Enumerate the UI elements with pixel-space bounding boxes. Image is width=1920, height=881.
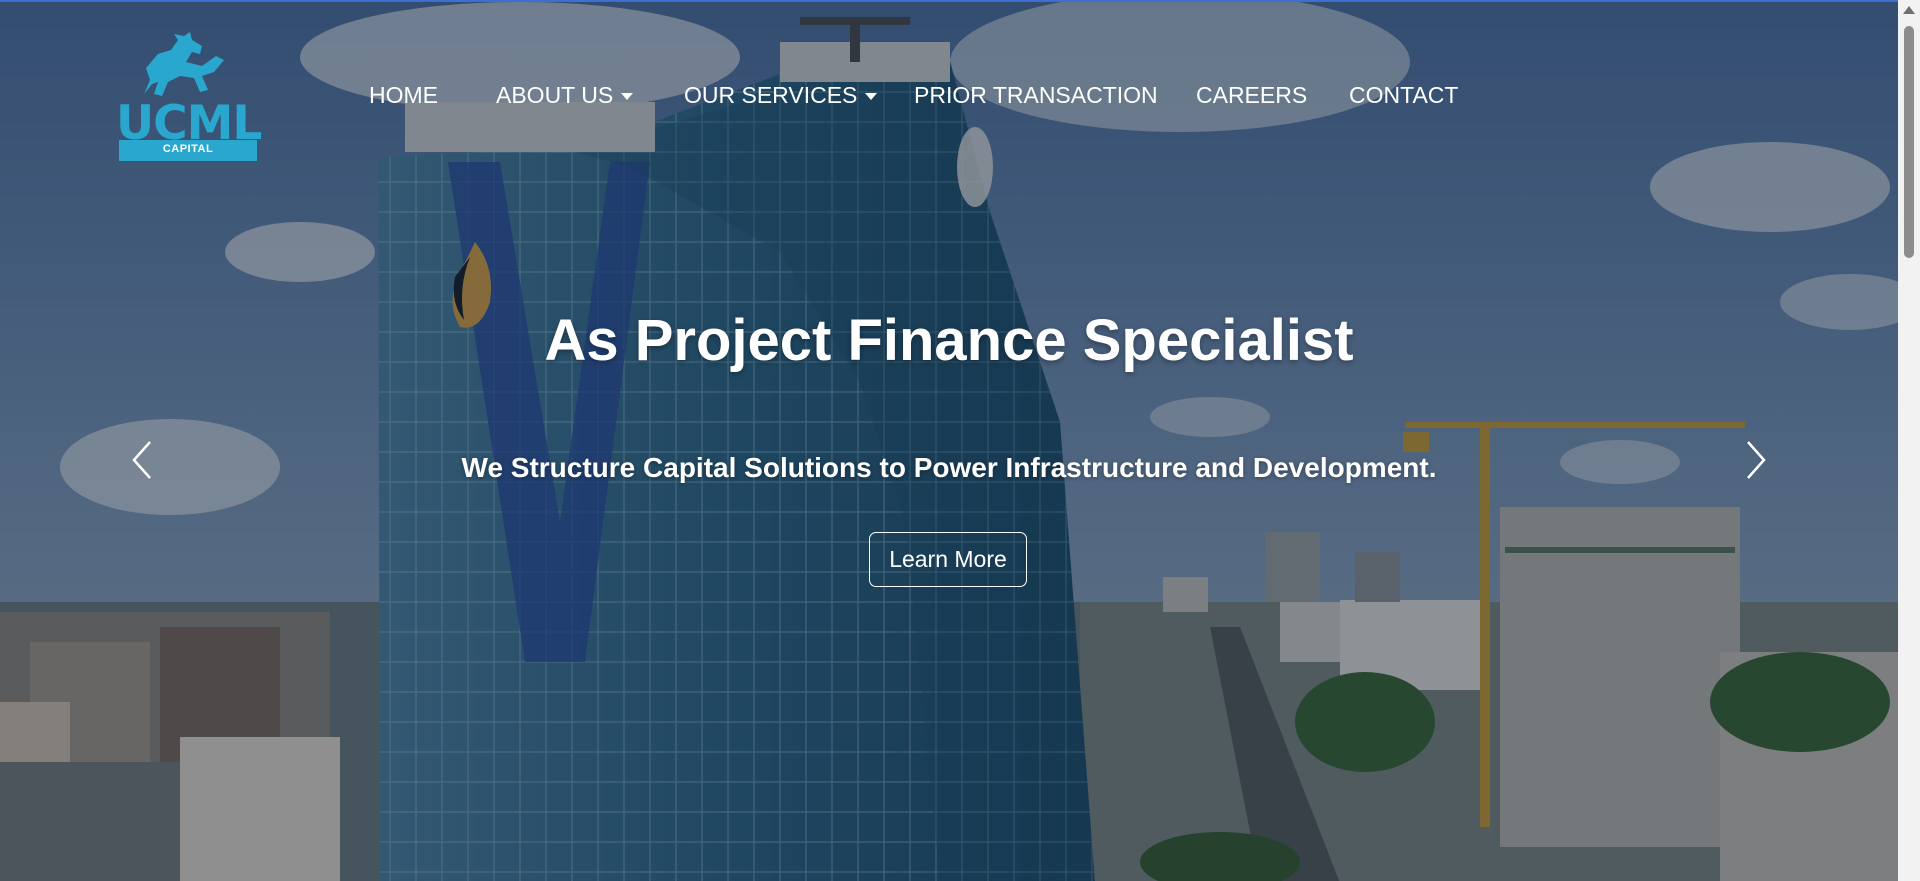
hero-overlay	[0, 2, 1898, 881]
nav-item-prior-transaction[interactable]: PRIOR TRANSACTION	[914, 82, 1158, 109]
caret-down-icon	[621, 93, 634, 100]
nav-item-label: ABOUT US	[496, 82, 614, 108]
nav-item-label: PRIOR TRANSACTION	[914, 82, 1158, 108]
nav-item-label: CONTACT	[1349, 82, 1459, 108]
logo-subtitle: CAPITAL	[162, 143, 214, 155]
hero-section: UCML CAPITAL HOME ABOUT US OUR SERVICES …	[0, 0, 1898, 881]
page-scrollbar[interactable]	[1898, 0, 1920, 881]
learn-more-button[interactable]: Learn More	[869, 532, 1027, 587]
hero-subheadline: We Structure Capital Solutions to Power …	[461, 452, 1437, 483]
caret-down-icon	[865, 93, 878, 100]
nav-item-label: HOME	[369, 82, 438, 108]
nav-item-about-us[interactable]: ABOUT US	[496, 82, 634, 109]
nav-item-contact[interactable]: CONTACT	[1349, 82, 1458, 109]
nav-item-home[interactable]: HOME	[369, 82, 438, 109]
chevron-left-icon[interactable]	[128, 438, 156, 482]
hero-headline: As Project Finance Specialist	[544, 308, 1354, 373]
nav-item-careers[interactable]: CAREERS	[1196, 82, 1307, 109]
nav-item-our-services[interactable]: OUR SERVICES	[684, 82, 878, 109]
horse-icon	[144, 32, 224, 96]
nav-item-label: CAREERS	[1196, 82, 1308, 108]
scrollbar-thumb[interactable]	[1904, 26, 1914, 258]
ucml-capital-logo[interactable]: UCML CAPITAL	[116, 32, 262, 162]
nav-item-label: OUR SERVICES	[684, 82, 858, 108]
chevron-right-icon[interactable]	[1742, 438, 1770, 482]
scroll-up-arrow-icon[interactable]	[1903, 6, 1915, 14]
